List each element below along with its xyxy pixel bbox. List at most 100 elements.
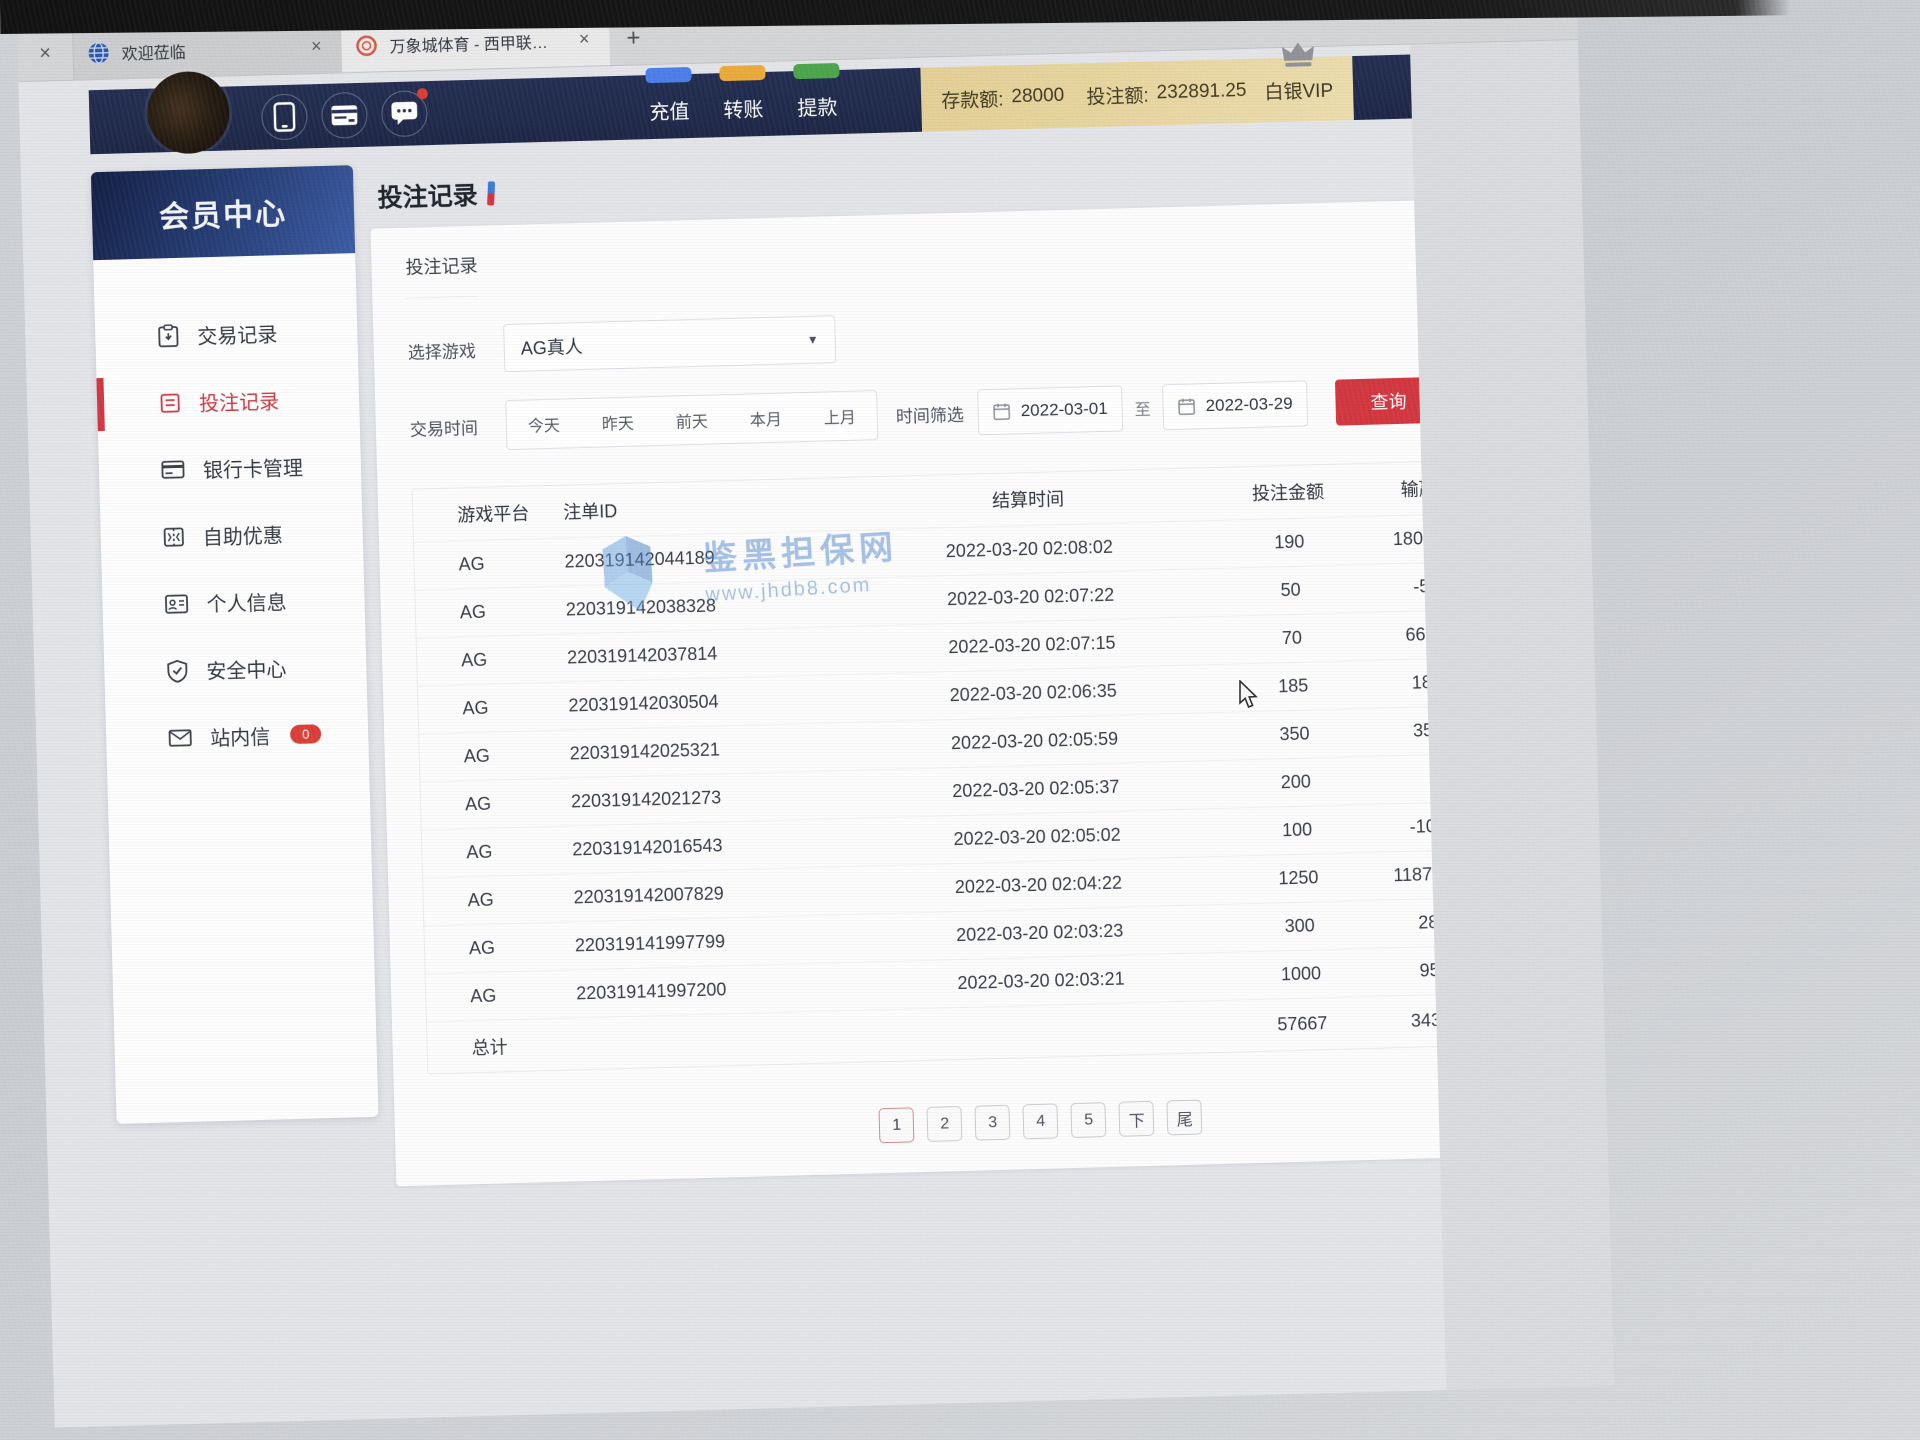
close-icon[interactable]: ×	[17, 27, 74, 81]
bet-records-card: 投注记录 选择游戏 AG真人 ▼ 交易时间	[371, 198, 1538, 1187]
cell-win-loss: -100	[1392, 815, 1494, 839]
pagination-button[interactable]: 4	[1023, 1103, 1059, 1139]
pagination-button[interactable]: 5	[1071, 1102, 1107, 1138]
id-card-icon	[164, 593, 189, 614]
cell-bet-id: 220319141997200	[576, 975, 876, 1004]
sidebar-item-messages[interactable]: 站内信 0	[105, 699, 369, 773]
date-to-input[interactable]: 2022-03-29	[1162, 380, 1308, 430]
notification-dot	[417, 88, 428, 99]
sidebar-item-label: 站内信	[210, 721, 271, 752]
cell-amount: 350	[1199, 721, 1389, 747]
sidebar-item-label: 安全中心	[206, 653, 287, 684]
sidebar-title: 会员中心	[158, 189, 287, 236]
cell-settle-time: 2022-03-20 02:05:02	[872, 822, 1202, 852]
total-label: 总计	[427, 1031, 578, 1061]
sidebar-item-security[interactable]: 安全中心	[104, 632, 368, 706]
crown-icon	[1279, 38, 1316, 69]
sidebar-item-promotions[interactable]: 自助优惠	[100, 498, 364, 572]
cell-win-loss: 950	[1396, 958, 1498, 982]
cell-bet-id: 220319142016543	[572, 831, 872, 860]
sports-site-icon	[355, 34, 378, 57]
cell-win-loss: 185	[1388, 671, 1490, 695]
withdraw-chip-icon	[793, 62, 839, 78]
date-range-label: 时间筛选	[895, 400, 964, 427]
chevron-down-icon: ▼	[807, 333, 819, 347]
cell-amount: 50	[1195, 577, 1385, 603]
date-to-value: 2022-03-29	[1205, 394, 1292, 416]
cell-win-loss: 180.5	[1384, 527, 1486, 551]
cell-settle-time: 2022-03-20 02:04:22	[873, 870, 1203, 900]
col-header-amount: 投注金额	[1193, 476, 1384, 507]
date-from-input[interactable]: 2022-03-01	[977, 385, 1123, 435]
game-select[interactable]: AG真人 ▼	[503, 315, 836, 372]
date-from-value: 2022-03-01	[1020, 399, 1107, 421]
close-icon[interactable]: ×	[305, 34, 328, 60]
sidebar-header: 会员中心	[91, 165, 355, 260]
phone-icon	[273, 102, 296, 133]
cell-win-loss: -50	[1385, 575, 1487, 599]
cell-platform: AG	[420, 743, 571, 768]
cell-bet-id: 220319142030504	[568, 687, 868, 716]
sidebar-item-profile[interactable]: 个人信息	[102, 565, 366, 639]
cell-platform: AG	[417, 648, 568, 673]
mobile-app-button[interactable]	[261, 93, 308, 140]
nav-deposit-label: 充值	[649, 101, 690, 124]
sidebar-item-label: 投注记录	[199, 385, 280, 416]
cell-win-loss: 285	[1394, 910, 1496, 934]
nav-transfer[interactable]: 转账	[723, 87, 764, 123]
vip-level-badge: 白银VIP	[1264, 75, 1333, 104]
bank-card-button[interactable]	[321, 92, 368, 139]
nav-transfer-label: 转账	[723, 99, 764, 122]
page-viewport: 充值 转账 提款 存款额: 28000 投注额:	[18, 40, 1614, 1428]
cell-settle-time: 2022-03-20 02:05:59	[869, 726, 1199, 756]
time-preset-button[interactable]: 昨天	[580, 397, 655, 447]
cell-bet-id: 220319142044189	[564, 543, 864, 572]
cell-bet-id: 220319142007829	[573, 879, 873, 908]
site-logo-icon[interactable]	[146, 70, 230, 154]
browser-window: × 欢迎莅临 × 万象城体育 - 西甲联赛及意甲罗 × +	[17, 0, 1614, 1428]
cell-platform: AG	[414, 552, 565, 577]
messages-button[interactable]	[381, 90, 428, 137]
time-preset-button[interactable]: 前天	[654, 395, 729, 445]
pagination-button[interactable]: 3	[975, 1105, 1011, 1141]
pagination-button[interactable]: 2	[927, 1106, 963, 1142]
sidebar-item-bet-records[interactable]: 投注记录	[96, 364, 360, 438]
cell-platform: AG	[422, 839, 573, 864]
cell-amount: 185	[1198, 673, 1388, 699]
col-header-settle-time: 结算时间	[863, 482, 1194, 517]
cell-bet-id: 220319141997799	[575, 927, 875, 956]
coupon-icon	[162, 525, 185, 548]
pagination: 1 2 3 4 5 下 尾	[579, 1091, 1503, 1151]
cell-settle-time: 2022-03-20 02:08:02	[864, 535, 1194, 565]
card-icon	[161, 460, 186, 480]
cell-amount: 1250	[1203, 865, 1393, 891]
cell-amount: 190	[1194, 529, 1384, 555]
close-icon[interactable]: ×	[573, 27, 596, 53]
cell-bet-id: 220319142038328	[566, 591, 866, 620]
time-preset-button[interactable]: 本月	[728, 393, 803, 443]
tab-title: 万象城体育 - 西甲联赛及意甲罗	[389, 28, 561, 57]
main-panel: 投注记录 投注记录 选择游戏 AG真人 ▼	[369, 134, 1538, 1187]
date-to-separator: 至	[1134, 396, 1151, 420]
pagination-button[interactable]: 1	[879, 1107, 915, 1143]
sidebar-item-transactions[interactable]: 交易记录	[94, 297, 358, 371]
query-button[interactable]: 查询	[1335, 377, 1442, 426]
pagination-button[interactable]: 尾	[1167, 1100, 1203, 1136]
cell-win-loss: 350	[1389, 719, 1491, 743]
time-preset-button[interactable]: 今天	[506, 399, 581, 449]
sidebar-item-bank-cards[interactable]: 银行卡管理	[98, 431, 362, 505]
sidebar-item-label: 自助优惠	[202, 519, 283, 550]
nav-withdraw[interactable]: 提款	[797, 85, 838, 121]
deposit-chip-icon	[645, 66, 691, 82]
col-header-win-loss: 输赢	[1383, 474, 1485, 503]
cell-settle-time: 2022-03-20 02:05:37	[871, 774, 1201, 804]
cell-amount: 300	[1204, 913, 1394, 939]
card-tab-bet-records[interactable]: 投注记录	[405, 252, 478, 299]
cell-win-loss: 66.5	[1387, 623, 1489, 647]
time-preset-button[interactable]: 上月	[802, 391, 877, 441]
total-amount: 57667	[1207, 1011, 1397, 1037]
time-preset-group: 今天 昨天 前天 本月 上月	[505, 390, 878, 450]
pagination-button[interactable]: 下	[1119, 1101, 1155, 1137]
nav-deposit[interactable]: 充值	[649, 89, 690, 125]
bet-records-table: 游戏平台 注单ID 结算时间 投注金额 输赢 AG	[412, 460, 1501, 1075]
